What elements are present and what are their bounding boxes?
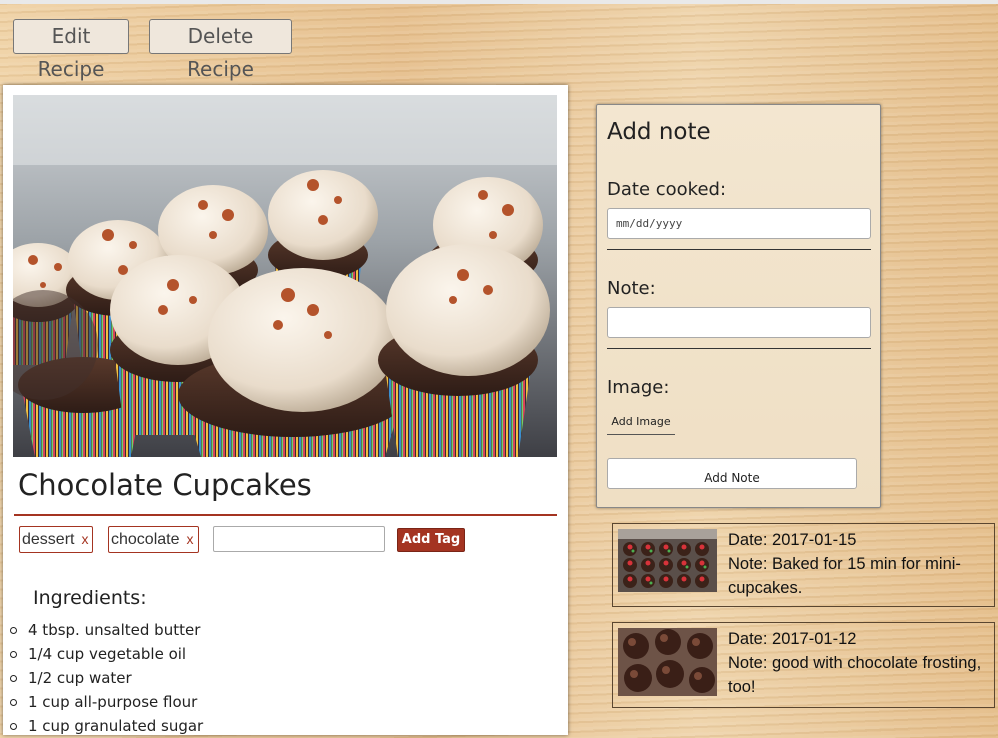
ingredient-item: 1 cup all-purpose flour [10, 690, 203, 714]
note-text: Date: 2017-01-12 Note: good with chocola… [728, 627, 993, 699]
tag-chocolate: chocolate x [108, 526, 199, 553]
add-note-button[interactable]: Add Note [607, 458, 857, 489]
note-date: Date: 2017-01-15 [728, 531, 857, 549]
recipe-card: Chocolate Cupcakes dessert x chocolate x A… [3, 85, 568, 735]
ingredients-list: 4 tbsp. unsalted butter 1/4 cup vegetabl… [10, 618, 203, 738]
title-divider [14, 514, 557, 516]
ingredients-heading: Ingredients: [33, 587, 147, 609]
tag-dessert: dessert x [19, 526, 94, 553]
note-text: Date: 2017-01-15 Note: Baked for 15 min … [728, 528, 993, 600]
note-photo [618, 529, 717, 592]
tag-label: dessert [22, 531, 75, 548]
tag-label: chocolate [111, 531, 180, 548]
divider [607, 348, 871, 349]
divider [607, 249, 871, 250]
ingredient-item: 4 tbsp. unsalted butter [10, 618, 203, 642]
top-strip [0, 0, 998, 4]
date-cooked-input[interactable]: mm/dd/yyyy [607, 208, 871, 239]
note-label: Note: [607, 278, 656, 299]
add-note-title: Add note [607, 119, 711, 145]
delete-recipe-button[interactable]: Delete Recipe [149, 19, 292, 81]
add-note-panel: Add note Date cooked: mm/dd/yyyy Note: I… [596, 104, 881, 508]
edit-recipe-button[interactable]: Edit Recipe [13, 19, 129, 81]
note-photo [618, 628, 717, 696]
note-date: Date: 2017-01-12 [728, 630, 857, 648]
ingredient-item: 1 cup granulated sugar [10, 714, 203, 738]
recipe-title: Chocolate Cupcakes [18, 468, 312, 502]
recipe-photo [13, 95, 557, 457]
note-body: Note: good with chocolate frosting, too! [728, 654, 982, 696]
date-cooked-label: Date cooked: [607, 179, 727, 200]
ingredient-item: 1/2 cup water [10, 666, 203, 690]
note-entry: Date: 2017-01-12 Note: good with chocola… [612, 622, 995, 708]
tag-input[interactable] [213, 526, 385, 552]
remove-tag-icon[interactable]: x [81, 531, 88, 547]
image-label: Image: [607, 377, 670, 398]
add-image-button[interactable]: Add Image [607, 410, 675, 435]
date-placeholder: mm/dd/yyyy [616, 217, 683, 230]
add-tag-button[interactable]: Add Tag [397, 528, 465, 552]
note-body: Note: Baked for 15 min for mini-cupcakes… [728, 555, 961, 597]
note-entry: Date: 2017-01-15 Note: Baked for 15 min … [612, 523, 995, 607]
ingredient-item: 1/4 cup vegetable oil [10, 642, 203, 666]
note-input[interactable] [607, 307, 871, 338]
remove-tag-icon[interactable]: x [187, 531, 194, 547]
